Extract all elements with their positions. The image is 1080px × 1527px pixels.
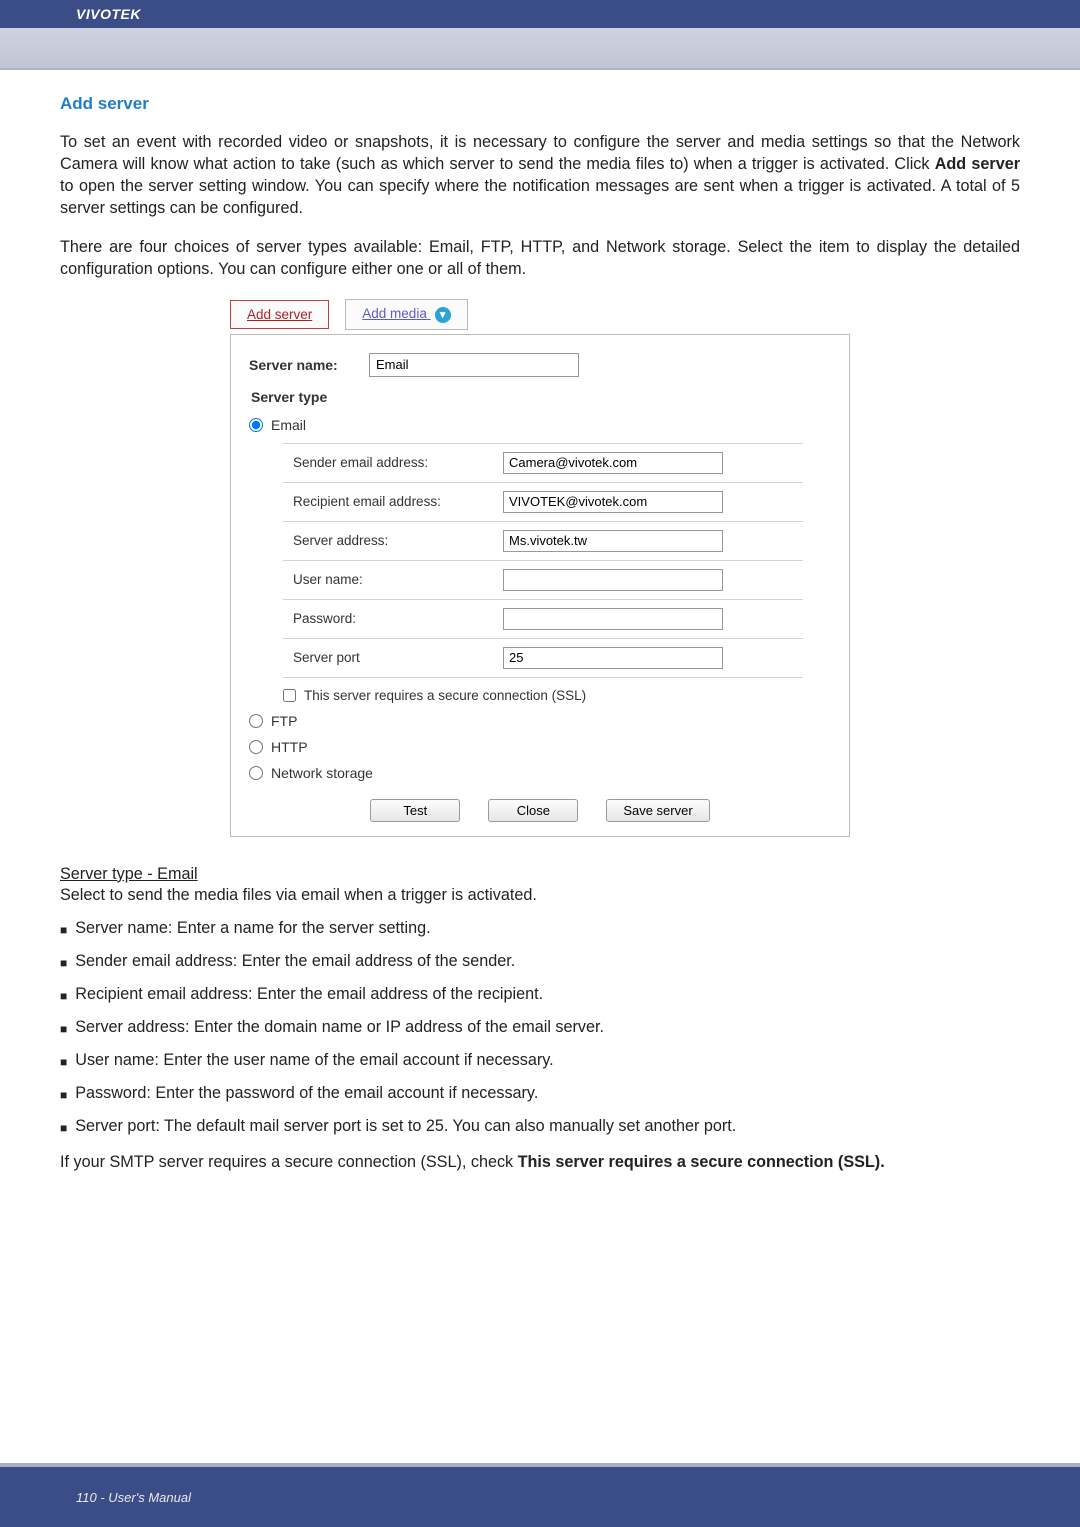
table-row: Server address: [283,521,803,560]
radio-ftp-row[interactable]: FTP [249,713,831,729]
final-paragraph: If your SMTP server requires a secure co… [60,1152,1020,1174]
radio-ftp[interactable] [249,714,263,728]
username-label: User name: [283,560,493,599]
username-input[interactable] [503,569,723,591]
dialog-tabs: Add server Add media ▾ [230,299,850,329]
table-row: Sender email address: [283,443,803,482]
radio-http[interactable] [249,740,263,754]
list-item: Server name: Enter a name for the server… [60,919,1020,938]
sender-label: Sender email address: [283,443,493,482]
sender-input[interactable] [503,452,723,474]
section-title: Add server [60,94,1020,114]
password-input[interactable] [503,608,723,630]
list-item: Password: Enter the password of the emai… [60,1084,1020,1103]
intro-paragraph-1: To set an event with recorded video or s… [60,132,1020,219]
radio-email[interactable] [249,418,263,432]
para1-bold: Add server [935,155,1020,173]
server-name-label: Server name: [249,357,369,373]
tab-add-media-label: Add media [362,306,427,321]
recipient-input[interactable] [503,491,723,513]
dialog-wrapper: Add server Add media ▾ Server name: Serv… [60,299,1020,836]
final-bold: This server requires a secure connection… [518,1153,885,1171]
port-label: Server port [283,638,493,677]
radio-ftp-label: FTP [271,713,297,729]
password-label: Password: [283,599,493,638]
radio-http-label: HTTP [271,739,308,755]
page-top-band: VIVOTEK [0,0,1080,68]
server-name-row: Server name: [249,353,831,377]
para1-a: To set an event with recorded video or s… [60,133,1020,173]
list-item: Server port: The default mail server por… [60,1117,1020,1136]
server-type-email-desc: Select to send the media files via email… [60,886,1020,905]
server-type-email-heading: Server type - Email [60,865,1020,884]
list-item: Recipient email address: Enter the email… [60,985,1020,1004]
port-input[interactable] [503,647,723,669]
save-server-button[interactable]: Save server [606,799,709,822]
server-dialog: Add server Add media ▾ Server name: Serv… [230,299,850,836]
bullet-list: Server name: Enter a name for the server… [60,919,1020,1136]
radio-netstorage-row[interactable]: Network storage [249,765,831,781]
ssl-checkbox[interactable] [283,689,296,702]
serveraddr-label: Server address: [283,521,493,560]
footer-text: 110 - User's Manual [76,1490,191,1505]
tab-add-server[interactable]: Add server [230,300,329,329]
brand-bar: VIVOTEK [0,0,1080,28]
serveraddr-input[interactable] [503,530,723,552]
dialog-button-row: Test Close Save server [249,799,831,822]
page-content: Add server To set an event with recorded… [0,68,1080,1173]
final-a: If your SMTP server requires a secure co… [60,1153,518,1171]
email-fields-table: Sender email address: Recipient email ad… [283,443,803,678]
radio-email-row[interactable]: Email [249,417,831,433]
test-button[interactable]: Test [370,799,460,822]
list-item: Sender email address: Enter the email ad… [60,952,1020,971]
dialog-body: Server name: Server type Email Sender em… [230,334,850,837]
list-item: Server address: Enter the domain name or… [60,1018,1020,1037]
intro-paragraph-2: There are four choices of server types a… [60,237,1020,281]
tab-add-media[interactable]: Add media ▾ [345,299,467,329]
radio-email-label: Email [271,417,306,433]
table-row: Server port [283,638,803,677]
ssl-label: This server requires a secure connection… [304,688,586,703]
para1-b: to open the server setting window. You c… [60,177,1020,217]
ssl-row[interactable]: This server requires a secure connection… [283,688,831,703]
table-row: Recipient email address: [283,482,803,521]
radio-netstorage[interactable] [249,766,263,780]
brand-text: VIVOTEK [76,6,141,22]
close-button[interactable]: Close [488,799,578,822]
radio-netstorage-label: Network storage [271,765,373,781]
radio-http-row[interactable]: HTTP [249,739,831,755]
page-footer: 110 - User's Manual [0,1467,1080,1527]
recipient-label: Recipient email address: [283,482,493,521]
list-item: User name: Enter the user name of the em… [60,1051,1020,1070]
table-row: User name: [283,560,803,599]
table-row: Password: [283,599,803,638]
server-name-input[interactable] [369,353,579,377]
server-type-heading: Server type [251,389,831,405]
arrow-down-icon: ▾ [435,307,451,323]
